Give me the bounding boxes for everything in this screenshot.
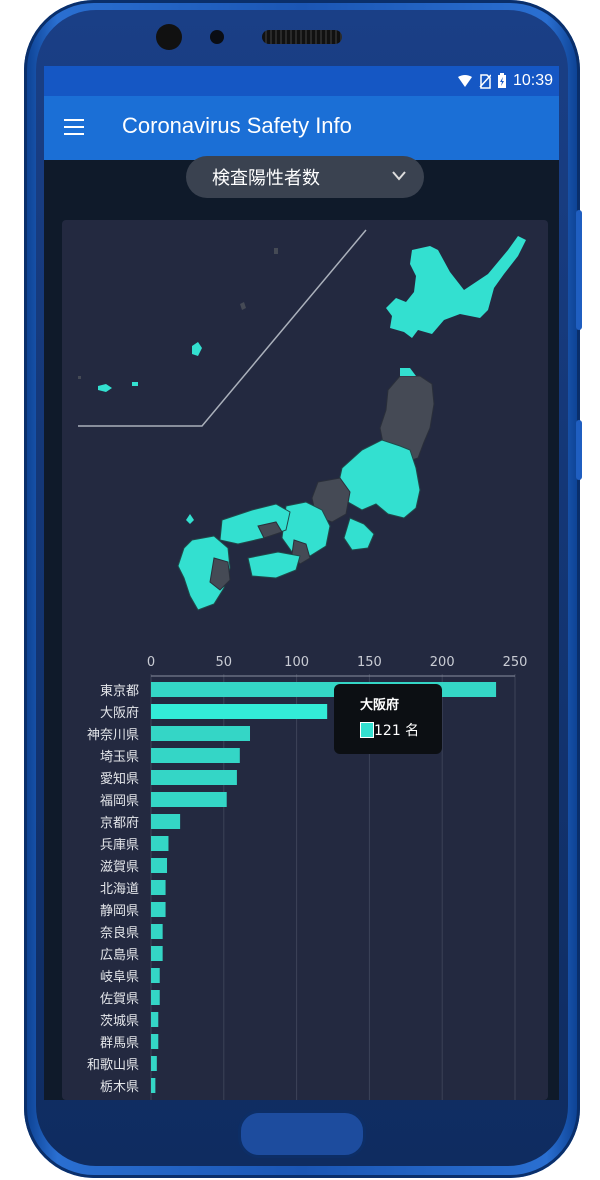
- small-island: [274, 248, 278, 254]
- metric-dropdown[interactable]: 検査陽性者数: [186, 156, 424, 198]
- bar[interactable]: [151, 704, 328, 719]
- y-category-label: 静岡県: [100, 904, 139, 919]
- earpiece-speaker: [262, 30, 342, 44]
- bar[interactable]: [151, 990, 160, 1005]
- aomori-region[interactable]: [400, 368, 416, 376]
- bar[interactable]: [151, 924, 163, 939]
- x-tick-label: 200: [430, 655, 455, 670]
- x-tick-label: 0: [147, 655, 155, 670]
- bar[interactable]: [151, 902, 166, 917]
- bar[interactable]: [151, 682, 497, 697]
- bar[interactable]: [151, 836, 169, 851]
- shikoku-region[interactable]: [247, 551, 301, 579]
- bar[interactable]: [151, 770, 237, 785]
- status-time: 10:39: [512, 72, 553, 89]
- y-category-label: 滋賀県: [100, 860, 139, 875]
- y-category-label: 兵庫県: [100, 838, 139, 853]
- x-tick-label: 100: [284, 655, 309, 670]
- okinawa-island[interactable]: [192, 342, 202, 356]
- bar[interactable]: [151, 858, 168, 873]
- wifi-icon: [458, 75, 472, 87]
- tooltip-value: 121 名: [374, 723, 420, 739]
- small-island-2: [240, 302, 246, 310]
- sakishima-island[interactable]: [98, 384, 112, 392]
- y-category-label: 京都府: [100, 816, 139, 831]
- japan-map-svg: [78, 229, 526, 611]
- chevron-down-icon: [392, 166, 406, 185]
- status-bar: 10:39: [44, 66, 559, 96]
- y-category-label: 奈良県: [100, 925, 139, 941]
- menu-icon[interactable]: [64, 119, 84, 135]
- bar[interactable]: [151, 946, 163, 961]
- y-category-label: 茨城県: [100, 1014, 139, 1029]
- tooltip-swatch: [360, 722, 374, 738]
- bar[interactable]: [151, 1056, 157, 1071]
- kanto-chubu-region[interactable]: [337, 439, 421, 519]
- bar[interactable]: [151, 1012, 159, 1027]
- y-category-label: 群馬県: [100, 1036, 139, 1051]
- data-panel: 0 50 100 150 200 250 東京都大阪府神奈川県埼玉県愛知県福岡県京都府兵庫県…: [62, 220, 548, 1100]
- tokai-region[interactable]: [343, 517, 375, 551]
- y-category-label: 東京都: [100, 683, 139, 699]
- bar[interactable]: [151, 880, 166, 895]
- bar[interactable]: [151, 726, 251, 741]
- y-category-label: 佐賀県: [100, 992, 139, 1007]
- dropdown-label: 検査陽性者数: [212, 168, 320, 189]
- chart-tooltip: 大阪府 121 名: [334, 684, 442, 754]
- bar[interactable]: [151, 748, 240, 763]
- bar[interactable]: [151, 968, 160, 983]
- y-category-label: 神奈川県: [87, 728, 139, 743]
- y-category-label: 埼玉県: [100, 750, 139, 765]
- y-category-label: 広島県: [100, 948, 139, 963]
- bar-chart: 0 50 100 150 200 250 東京都大阪府神奈川県埼玉県愛知県福岡県京都府兵庫県…: [62, 640, 548, 1100]
- screen: 10:39 Coronavirus Safety Info 0 50 100 1…: [44, 66, 559, 1100]
- x-tick-label: 50: [216, 655, 233, 670]
- app-bar: Coronavirus Safety Info: [44, 96, 559, 160]
- chugoku-region[interactable]: [219, 503, 291, 545]
- y-category-label: 岐阜県: [100, 969, 139, 985]
- battery-icon: [498, 73, 506, 88]
- okinawa-divider: [78, 229, 367, 427]
- power-button: [576, 420, 582, 480]
- y-category-label: 福岡県: [100, 794, 139, 809]
- y-category-label: 大阪府: [100, 706, 139, 721]
- no-sim-icon: [479, 74, 491, 89]
- bar[interactable]: [151, 792, 227, 807]
- japan-map: [62, 220, 548, 640]
- bar[interactable]: [151, 814, 181, 829]
- status-icons: [457, 73, 507, 89]
- home-button[interactable]: [238, 1110, 366, 1158]
- x-tick-label: 150: [357, 655, 382, 670]
- y-category-label: 北海道: [100, 882, 139, 897]
- y-category-label: 和歌山県: [87, 1058, 139, 1073]
- tooltip-title: 大阪府: [360, 698, 400, 713]
- y-category-label: 栃木県: [100, 1080, 139, 1095]
- bar[interactable]: [151, 1034, 159, 1049]
- volume-button: [576, 210, 582, 330]
- small-island-3: [78, 376, 81, 379]
- sensor-dot: [210, 30, 224, 44]
- x-tick-label: 250: [503, 655, 528, 670]
- front-camera: [156, 24, 182, 50]
- bar[interactable]: [151, 1078, 156, 1093]
- y-category-label: 愛知県: [100, 771, 139, 787]
- main-content: 0 50 100 150 200 250 東京都大阪府神奈川県埼玉県愛知県福岡県京都府兵庫県…: [44, 156, 559, 1100]
- miyako-island[interactable]: [132, 382, 138, 386]
- tsushima-island[interactable]: [186, 514, 194, 524]
- hokkaido-region[interactable]: [386, 236, 526, 338]
- app-title: Coronavirus Safety Info: [122, 113, 352, 138]
- bar-chart-svg: 0 50 100 150 200 250 東京都大阪府神奈川県埼玉県愛知県福岡県京都府兵庫県…: [87, 655, 528, 1100]
